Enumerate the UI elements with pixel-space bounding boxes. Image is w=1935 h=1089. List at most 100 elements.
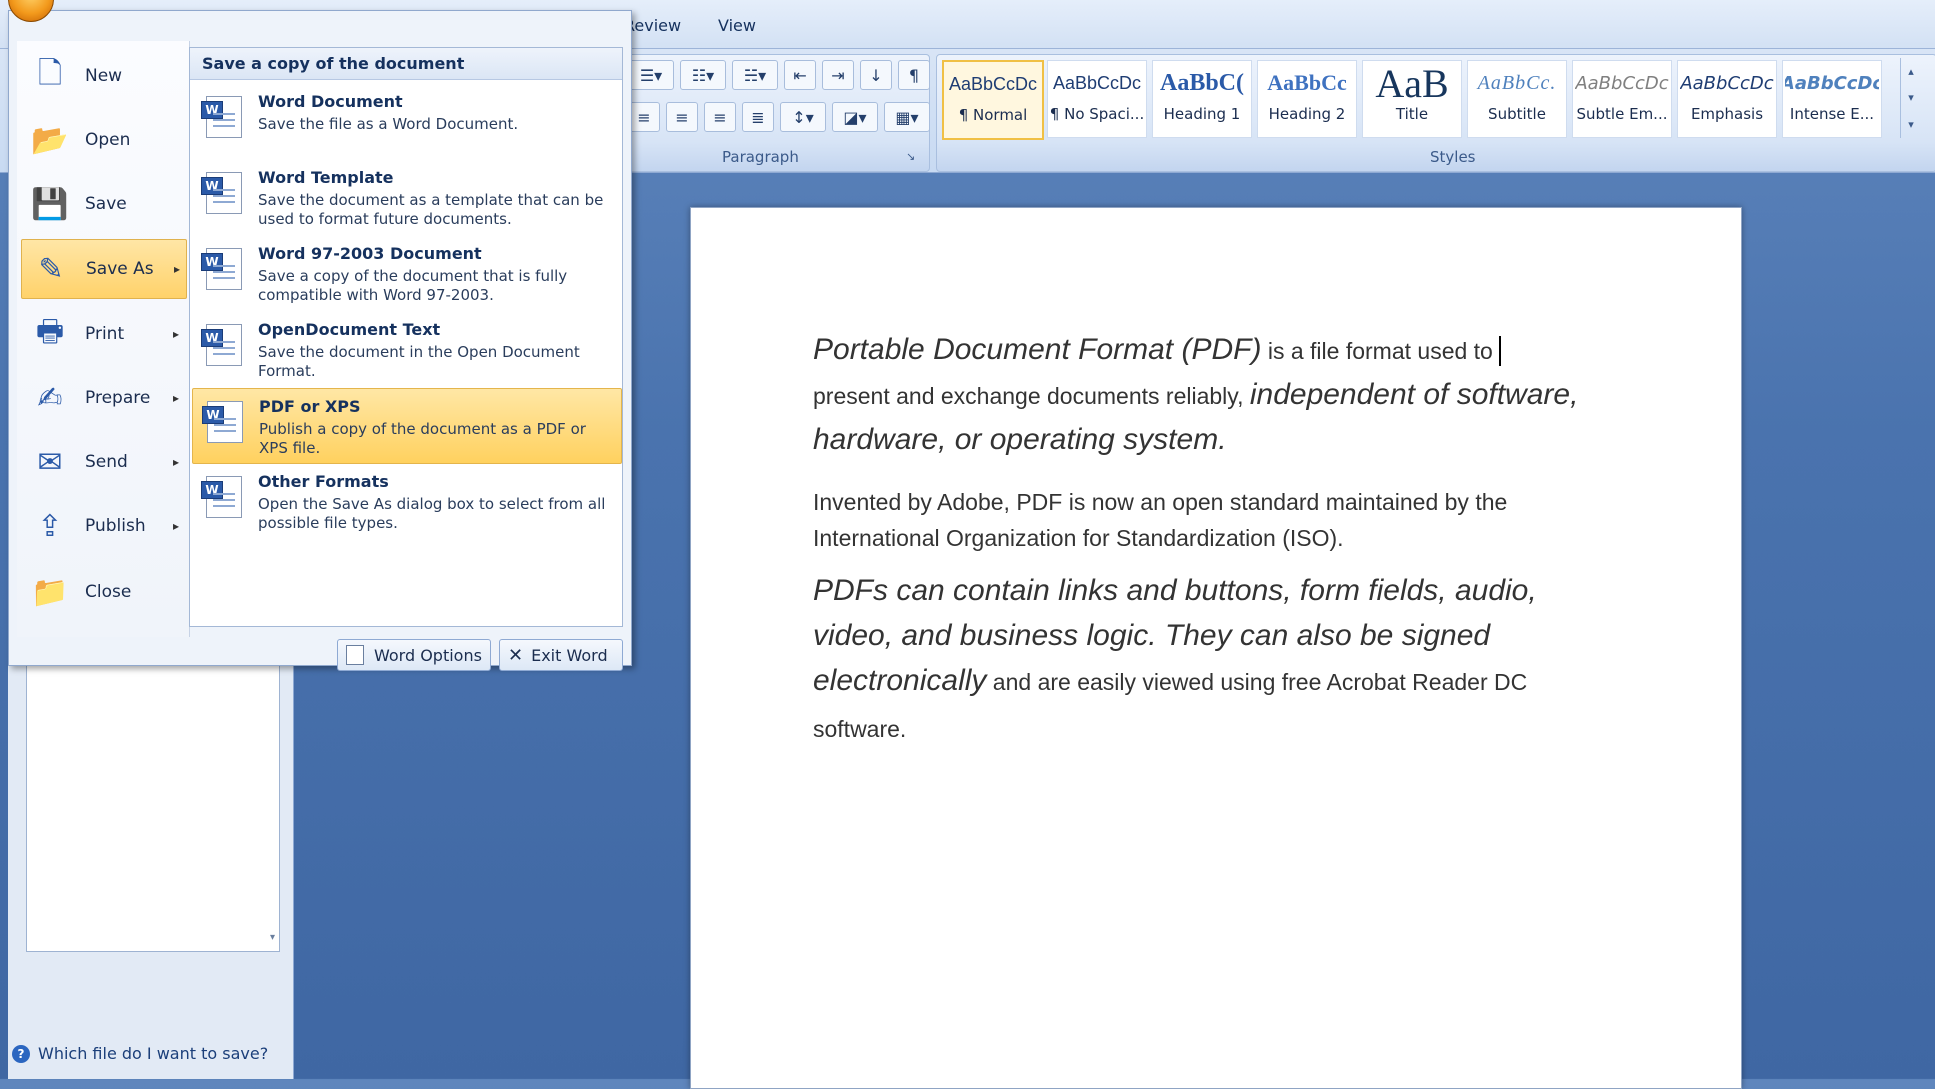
style-name: Subtitle (1488, 105, 1546, 123)
menu-item-send[interactable]: ✉ Send ▸ (21, 433, 185, 491)
word-options-label: Word Options (374, 645, 482, 665)
style-name: Intense E... (1789, 105, 1875, 123)
word-options-button[interactable]: Word Options (337, 639, 491, 671)
save-option-opendocument-text[interactable]: W OpenDocument Text Save the document in t… (192, 312, 620, 386)
document-format-icon: W (201, 399, 245, 447)
align-center-icon[interactable]: ≡ (666, 102, 698, 132)
line-spacing-icon[interactable]: ↕▾ (780, 102, 826, 132)
borders-icon[interactable]: ▦▾ (884, 102, 930, 132)
exit-word-button[interactable]: ✕ Exit Word (499, 639, 623, 671)
more-styles-icon[interactable]: ▾ (1908, 118, 1914, 131)
help-link[interactable]: ? Which file do I want to save? (12, 1044, 268, 1063)
save-option-description: Open the Save As dialog box to select fr… (258, 495, 606, 532)
style-sample: AaBbCcDc (1680, 72, 1774, 94)
style-name: Title (1395, 105, 1429, 123)
document-page[interactable]: Portable Document Format (PDF) is a file… (690, 207, 1742, 1089)
sort-icon[interactable]: ↓ (860, 60, 892, 90)
doc-text-run: present and exchange documents reliably, (813, 383, 1250, 409)
menu-item-label: Print (85, 324, 125, 344)
help-icon: ? (12, 1044, 30, 1063)
save-as-submenu-header: Save a copy of the document (190, 48, 622, 80)
align-right-icon[interactable]: ≡ (704, 102, 736, 132)
save-option-word-97-2003-document[interactable]: W Word 97-2003 Document Save a copy of the… (192, 236, 620, 310)
save-option-description: Save a copy of the document that is full… (258, 267, 568, 304)
submenu-arrow-icon: ▸ (172, 455, 179, 469)
new-document-icon: 🗋 (37, 55, 63, 91)
menu-item-label: Close (85, 582, 132, 602)
save-as-submenu: Save a copy of the document W Word Docume… (189, 47, 623, 627)
paragraph-toolbar-row-1: ☰▾ ☷▾ ☵▾ ⇤ ⇥ ↓ ¶ (628, 60, 930, 90)
menu-item-label: New (85, 66, 123, 86)
style-tile[interactable]: AaB Title (1362, 60, 1462, 138)
styles-gallery-scroll[interactable]: ▴ ▾ ▾ (1900, 58, 1921, 138)
scroll-down-icon[interactable]: ▾ (270, 932, 275, 943)
office-menu: 🗋 New 📂 Open 💾 Save ✎ Save As ▸ 🖶 Print ▸ ✍ Prepare ▸ ✉… (8, 10, 632, 671)
style-sample: AaB (1375, 61, 1449, 105)
submenu-arrow-icon: ▸ (172, 327, 179, 341)
style-tile[interactable]: AaBbCc Heading 2 (1257, 60, 1357, 138)
menu-item-prepare[interactable]: ✍ Prepare ▸ (21, 369, 185, 427)
show-formatting-marks-icon[interactable]: ¶ (898, 60, 930, 90)
style-tile[interactable]: AaBbCcDc Subtle Em... (1572, 60, 1672, 138)
document-format-icon: W (200, 170, 244, 218)
numbering-icon[interactable]: ☷▾ (680, 60, 726, 90)
save-option-pdf-or-xps[interactable]: W PDF or XPS Publish a copy of the documen… (192, 388, 622, 464)
align-left-icon[interactable]: ≡ (628, 102, 660, 132)
task-pane-list[interactable]: ▾ (26, 640, 280, 952)
menu-item-open[interactable]: 📂 Open (21, 111, 185, 169)
submenu-arrow-icon: ▸ (172, 519, 179, 533)
chevron-up-icon[interactable]: ▴ (1908, 65, 1914, 78)
style-name: Heading 2 (1268, 105, 1346, 123)
document-format-icon: W (200, 322, 244, 370)
multilevel-list-icon[interactable]: ☵▾ (732, 60, 778, 90)
exit-word-label: Exit Word (531, 645, 608, 665)
save-disk-icon: 💾 (31, 186, 69, 222)
save-option-description: Save the document as a template that can… (258, 191, 604, 228)
style-sample: AaBbC( (1159, 69, 1244, 96)
styles-group-label: Styles (1430, 148, 1476, 166)
tab-review[interactable]: Review (624, 16, 681, 35)
menu-item-print[interactable]: 🖶 Print ▸ (21, 305, 185, 363)
save-option-word-document[interactable]: W Word Document Save the file as a Word Do… (192, 84, 620, 158)
style-tile[interactable]: AaBbC(Heading 1 (1152, 60, 1252, 138)
increase-indent-icon[interactable]: ⇥ (822, 60, 854, 90)
style-name: ¶ No Spaci... (1049, 105, 1145, 123)
menu-item-save-as[interactable]: ✎ Save As ▸ (21, 239, 187, 299)
menu-item-close[interactable]: 📁 Close (21, 563, 185, 621)
style-sample: AaBbCc. (1477, 71, 1557, 94)
prepare-icon: ✍ (37, 380, 63, 416)
style-name: Subtle Em... (1576, 105, 1668, 123)
printer-icon: 🖶 (35, 313, 65, 349)
word-options-icon (346, 645, 364, 665)
shading-icon[interactable]: ◪▾ (832, 102, 878, 132)
save-option-description: Publish a copy of the document as a PDF … (259, 420, 586, 457)
chevron-down-icon[interactable]: ▾ (1908, 91, 1914, 104)
menu-item-label: Send (85, 452, 128, 472)
style-tile[interactable]: AaBbCcDc Intense E... (1782, 60, 1882, 138)
save-option-title: Word 97-2003 Document (258, 244, 482, 263)
style-tile[interactable]: AaBbCcDc ¶ No Spaci... (1047, 60, 1147, 138)
menu-item-save[interactable]: 💾 Save (21, 175, 185, 233)
save-option-word-template[interactable]: W Word Template Save the document as a tem… (192, 160, 620, 234)
menu-item-new[interactable]: 🗋 New (21, 47, 185, 105)
justify-icon[interactable]: ≣ (742, 102, 774, 132)
tab-view[interactable]: View (718, 16, 756, 35)
save-option-other-formats[interactable]: W Other Formats Open the Save As dialog bo… (192, 464, 620, 538)
decrease-indent-icon[interactable]: ⇤ (784, 60, 816, 90)
style-sample: AaBbCcDc (1575, 72, 1669, 94)
bullets-icon[interactable]: ☰▾ (628, 60, 674, 90)
style-tile[interactable]: AaBbCcDc Emphasis (1677, 60, 1777, 138)
save-option-description: Save the file as a Word Document. (258, 115, 519, 133)
doc-paragraph-2: Invented by Adobe, PDF is now an open st… (813, 489, 1508, 551)
dialog-launcher-icon[interactable]: ↘ (906, 150, 915, 163)
menu-item-label: Publish (85, 516, 146, 536)
save-option-title: Word Template (258, 168, 394, 187)
document-body[interactable]: Portable Document Format (PDF) is a file… (813, 328, 1633, 752)
style-tile[interactable]: AaBbCc. Subtitle (1467, 60, 1567, 138)
menu-item-label: Save (85, 194, 127, 214)
menu-item-publish[interactable]: ⇪ Publish ▸ (21, 497, 185, 555)
help-link-text: Which file do I want to save? (38, 1044, 269, 1063)
close-folder-icon: 📁 (31, 574, 69, 610)
menu-item-label: Prepare (85, 388, 151, 408)
style-tile[interactable]: AaBbCcDc ¶ Normal (942, 60, 1044, 140)
